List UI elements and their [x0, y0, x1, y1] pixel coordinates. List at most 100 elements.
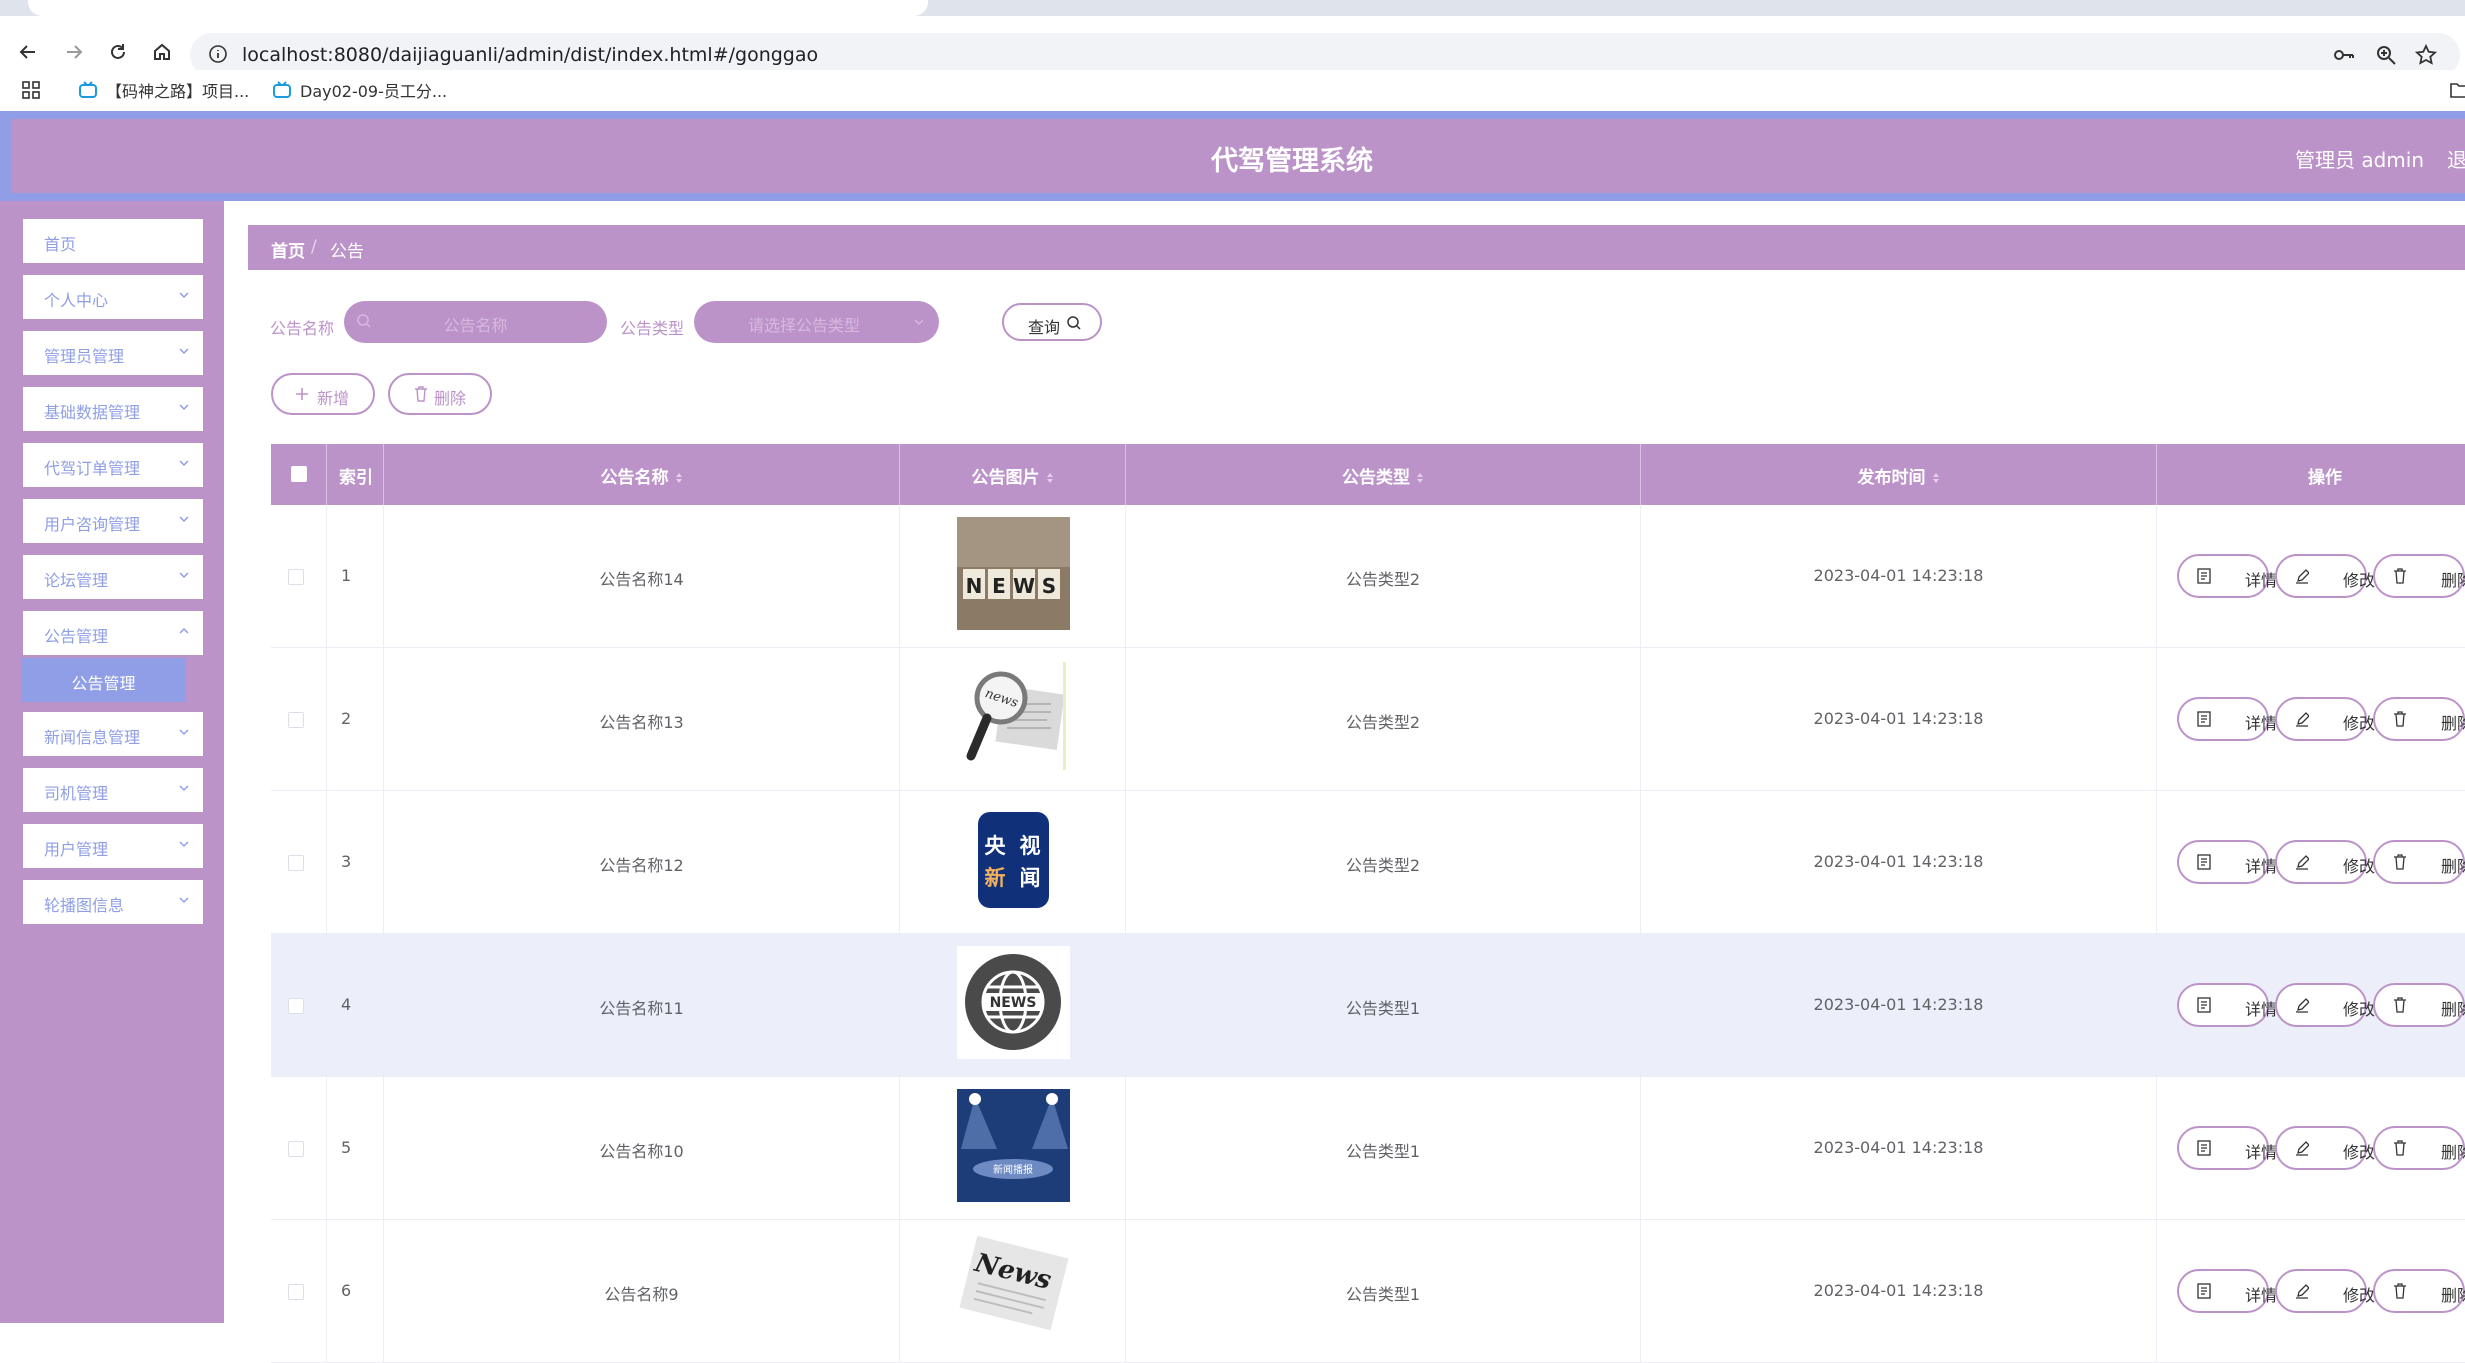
notice-image-globe-news[interactable]: NEWS — [957, 946, 1070, 1059]
notice-image-cctv-news[interactable]: 央 视 新 闻 — [957, 803, 1070, 916]
bookmark-star-icon[interactable] — [2414, 43, 2438, 71]
sidebar-item-forum[interactable]: 论坛管理 — [23, 555, 203, 599]
header-type[interactable]: 公告类型 — [1126, 444, 1641, 505]
query-button[interactable]: 查询 — [1002, 303, 1102, 341]
header-name[interactable]: 公告名称 — [384, 444, 900, 505]
edit-icon — [2296, 569, 2309, 584]
row-checkbox[interactable] — [288, 855, 304, 871]
detail-button[interactable]: 详情 — [2177, 554, 2277, 598]
batch-delete-button[interactable]: 删除 — [388, 373, 492, 415]
detail-button[interactable]: 详情 — [2177, 697, 2277, 741]
edit-button[interactable]: 修改 — [2275, 697, 2375, 741]
delete-button[interactable]: 删除 — [2373, 840, 2465, 884]
sidebar-item-notice[interactable]: 公告管理 — [23, 611, 203, 655]
sidebar-item-admin-manage[interactable]: 管理员管理 — [23, 331, 203, 375]
sidebar-item-consult[interactable]: 用户咨询管理 — [23, 499, 203, 543]
document-icon — [2197, 1283, 2211, 1299]
detail-button[interactable]: 详情 — [2177, 983, 2277, 1027]
home-icon[interactable] — [144, 34, 180, 70]
password-key-icon[interactable] — [2332, 43, 2356, 71]
notice-image-magnifier-news[interactable]: news — [957, 660, 1070, 773]
bookmark-item[interactable]: 【码神之路】项目... — [78, 78, 249, 102]
table-row[interactable]: 2 公告名称13 news 公告类型2 2023-04-01 14:23:18 … — [271, 648, 2465, 791]
sidebar-subitem-label: 公告管理 — [71, 674, 136, 693]
notice-name-input[interactable]: 公告名称 — [344, 301, 607, 343]
apps-grid-icon[interactable] — [22, 81, 40, 103]
reload-icon[interactable] — [100, 34, 136, 70]
sidebar: 首页 个人中心 管理员管理 基础数据管理 代驾订单管理 用户咨询管理 论坛管理 … — [0, 201, 224, 1323]
notice-image-stage-news[interactable]: 新闻播报 — [957, 1089, 1070, 1202]
trash-icon — [2394, 997, 2406, 1013]
edit-button[interactable]: 修改 — [2275, 1269, 2375, 1313]
row-type: 公告类型2 — [1345, 856, 1421, 875]
notice-type-select[interactable]: 请选择公告类型 — [694, 301, 939, 343]
edit-button[interactable]: 修改 — [2275, 1126, 2375, 1170]
table-row[interactable]: 1 公告名称14 N E W S 公告类型2 2023-04-01 14:23:… — [271, 505, 2465, 648]
add-button[interactable]: 新增 — [271, 373, 375, 415]
delete-button[interactable]: 删除 — [2373, 1126, 2465, 1170]
sidebar-item-orders[interactable]: 代驾订单管理 — [23, 443, 203, 487]
notice-image-newspaper[interactable]: News — [957, 1232, 1070, 1345]
sort-icon[interactable] — [1932, 472, 1940, 484]
edit-icon — [2296, 712, 2309, 727]
breadcrumb-home[interactable]: 首页 — [271, 237, 305, 262]
edit-button[interactable]: 修改 — [2275, 554, 2375, 598]
header-time[interactable]: 发布时间 — [1641, 444, 2157, 505]
delete-button[interactable]: 删除 — [2373, 983, 2465, 1027]
header-select-all-cell — [271, 444, 327, 505]
delete-button[interactable]: 删除 — [2373, 697, 2465, 741]
document-icon — [2197, 1140, 2211, 1156]
logout-link[interactable]: 退出登录 — [2447, 144, 2465, 173]
delete-button-label: 删除 — [2440, 1143, 2465, 1162]
row-time: 2023-04-01 14:23:18 — [1813, 1138, 1984, 1157]
sidebar-item-personal-center[interactable]: 个人中心 — [23, 275, 203, 319]
delete-button[interactable]: 删除 — [2373, 1269, 2465, 1313]
row-type: 公告类型1 — [1345, 999, 1421, 1018]
sidebar-item-base-data[interactable]: 基础数据管理 — [23, 387, 203, 431]
edit-icon — [2296, 855, 2309, 870]
sort-icon[interactable] — [675, 472, 683, 484]
row-checkbox[interactable] — [288, 569, 304, 585]
svg-text:视: 视 — [1020, 834, 1041, 858]
header-image[interactable]: 公告图片 — [900, 444, 1126, 505]
edit-button[interactable]: 修改 — [2275, 983, 2375, 1027]
sidebar-item-news[interactable]: 新闻信息管理 — [23, 712, 203, 756]
table-row[interactable]: 6 公告名称9 News 公告类型1 2023-04-01 14:23:18 详… — [271, 1220, 2465, 1363]
bookmark-item[interactable]: Day02-09-员工分... — [272, 78, 447, 102]
zoom-icon[interactable] — [2374, 43, 2398, 71]
row-checkbox[interactable] — [288, 1141, 304, 1157]
search-icon — [1067, 316, 1081, 330]
forward-icon[interactable] — [56, 34, 92, 70]
sidebar-item-label: 公告管理 — [44, 627, 109, 646]
back-icon[interactable] — [10, 34, 46, 70]
notice-image-news-blocks[interactable]: N E W S — [957, 517, 1070, 630]
main-content: 首页 / 公告 公告名称 公告名称 公告类型 请选择公告类型 查询 新增 删除 — [224, 201, 2465, 1363]
site-info-icon[interactable] — [208, 44, 228, 68]
sidebar-item-carousel[interactable]: 轮播图信息 — [23, 880, 203, 924]
header-time-label: 发布时间 — [1857, 468, 1926, 488]
delete-button-label: 删除 — [2440, 1000, 2465, 1019]
delete-button[interactable]: 删除 — [2373, 554, 2465, 598]
sort-icon[interactable] — [1046, 472, 1054, 484]
chevron-down-icon — [179, 460, 189, 467]
table-row[interactable]: 4 公告名称11 NEWS 公告类型1 2023-04-01 14:23:18 … — [271, 934, 2465, 1077]
row-checkbox[interactable] — [288, 712, 304, 728]
sidebar-item-home[interactable]: 首页 — [23, 219, 203, 263]
edit-button[interactable]: 修改 — [2275, 840, 2375, 884]
row-checkbox[interactable] — [288, 1284, 304, 1300]
select-all-checkbox[interactable] — [291, 466, 307, 482]
all-bookmarks-folder-icon[interactable] — [2450, 81, 2465, 103]
detail-button[interactable]: 详情 — [2177, 840, 2277, 884]
row-index: 5 — [341, 1138, 352, 1157]
browser-current-tab[interactable] — [28, 0, 928, 16]
sort-icon[interactable] — [1416, 472, 1424, 484]
sidebar-subitem-notice-manage[interactable]: 公告管理 — [22, 658, 185, 702]
detail-button[interactable]: 详情 — [2177, 1269, 2277, 1313]
table-row[interactable]: 3 公告名称12 央 视 新 闻 公告类型2 2023-04-01 14:23:… — [271, 791, 2465, 934]
sidebar-item-user[interactable]: 用户管理 — [23, 824, 203, 868]
row-checkbox[interactable] — [288, 998, 304, 1014]
header-type-label: 公告类型 — [1342, 468, 1410, 488]
detail-button[interactable]: 详情 — [2177, 1126, 2277, 1170]
table-row[interactable]: 5 公告名称10 新闻播报 公告类型1 2023-04-01 14:23:18 … — [271, 1077, 2465, 1220]
sidebar-item-driver[interactable]: 司机管理 — [23, 768, 203, 812]
